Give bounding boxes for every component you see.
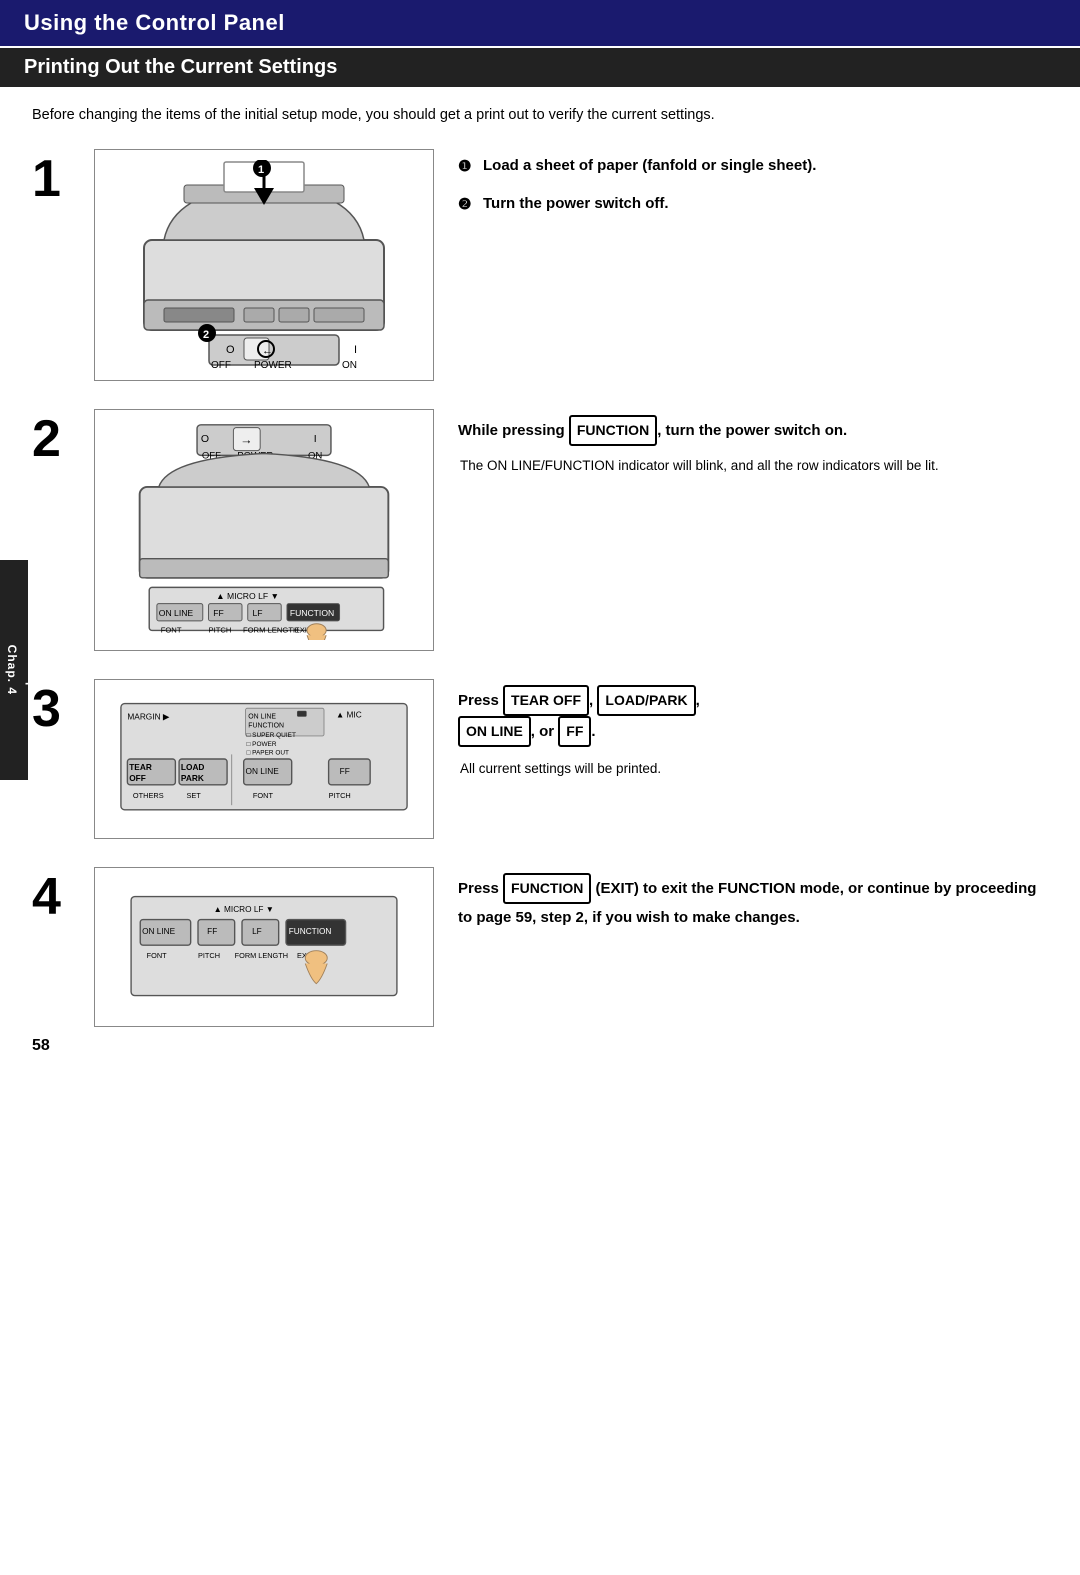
svg-text:LF: LF: [252, 927, 262, 936]
svg-text:OFF: OFF: [211, 360, 231, 370]
svg-text:→: →: [240, 433, 252, 447]
svg-text:POWER: POWER: [254, 360, 292, 370]
load-park-kbd: LOAD/PARK: [597, 685, 695, 716]
step-1-instr-2: ❷ Turn the power switch off.: [458, 193, 1048, 217]
step-2-instructions: While pressing FUNCTION, turn the power …: [458, 409, 1048, 476]
svg-text:PITCH: PITCH: [329, 791, 351, 800]
step-1-bullet-1: ❶: [458, 155, 476, 179]
intro-text: Before changing the items of the initial…: [32, 105, 1048, 127]
ff-kbd: FF: [558, 716, 591, 747]
step-3-row: 3 MARGIN ▶ ON LINE FUNCTION □ SUPER QUIE…: [32, 679, 1048, 839]
page-number: 58: [32, 1037, 50, 1055]
step-4-instructions: Press FUNCTION (EXIT) to exit the FUNCTI…: [458, 867, 1048, 941]
svg-text:FUNCTION: FUNCTION: [289, 927, 332, 936]
step-1-bullet-2: ❷: [458, 193, 476, 217]
svg-text:TEAR: TEAR: [129, 762, 152, 772]
step-3-number: 3: [32, 683, 84, 735]
svg-text:□ PAPER OUT: □ PAPER OUT: [246, 749, 289, 756]
step-3-text-1: Press TEAR OFF, LOAD/PARK, ON LINE, or F…: [458, 685, 700, 747]
svg-text:FUNCTION: FUNCTION: [248, 722, 284, 729]
svg-text:←: ←: [262, 345, 273, 357]
svg-text:▲ MICRO LF ▼: ▲ MICRO LF ▼: [214, 905, 274, 914]
svg-text:ON LINE: ON LINE: [142, 927, 176, 936]
section-title: Printing Out the Current Settings: [24, 56, 337, 78]
on-line-kbd: ON LINE: [458, 716, 531, 747]
svg-text:ON LINE: ON LINE: [246, 766, 280, 776]
step-3-instr-1: Press TEAR OFF, LOAD/PARK, ON LINE, or F…: [458, 685, 1048, 747]
svg-text:O: O: [226, 344, 235, 356]
svg-text:FONT: FONT: [147, 951, 167, 960]
svg-text:ON: ON: [342, 360, 357, 370]
step-1-diagram: O I OFF ON POWER ← 2 1: [94, 149, 434, 381]
section-header: Printing Out the Current Settings: [0, 48, 1080, 87]
svg-text:1: 1: [258, 164, 264, 176]
svg-text:I: I: [354, 344, 357, 356]
function-button-kbd: FUNCTION: [569, 415, 657, 446]
svg-text:□ POWER: □ POWER: [246, 741, 276, 748]
step-3-diagram: MARGIN ▶ ON LINE FUNCTION □ SUPER QUIET …: [94, 679, 434, 839]
panel-svg-3: MARGIN ▶ ON LINE FUNCTION □ SUPER QUIET …: [109, 699, 419, 819]
svg-text:SET: SET: [186, 791, 201, 800]
svg-text:I: I: [314, 433, 317, 445]
svg-text:OTHERS: OTHERS: [133, 791, 164, 800]
svg-text:PARK: PARK: [181, 773, 204, 783]
step-1-row: 1: [32, 149, 1048, 381]
svg-text:FF: FF: [207, 927, 217, 936]
svg-text:OFF: OFF: [129, 773, 146, 783]
step-1-text-2: Turn the power switch off.: [483, 193, 669, 216]
svg-text:□ SUPER QUIET: □ SUPER QUIET: [246, 732, 295, 739]
svg-text:▲ MIC: ▲ MIC: [336, 709, 362, 719]
page-title: Using the Control Panel: [24, 10, 285, 35]
printer-svg-2: → O I OFF ON POWER ▲ MICRO LF ▼ ON LINE: [114, 420, 414, 640]
svg-text:FORM LENGTH: FORM LENGTH: [243, 625, 299, 634]
printer-svg-1: O I OFF ON POWER ← 2 1: [114, 160, 414, 370]
step-1-text-1: Load a sheet of paper (fanfold or single…: [483, 155, 816, 178]
svg-text:ON LINE: ON LINE: [159, 608, 194, 618]
svg-text:FONT: FONT: [253, 791, 274, 800]
main-content: Before changing the items of the initial…: [0, 87, 1080, 1073]
step-4-row: 4 ▲ MICRO LF ▼ ON LINE FF LF FUNCTION FO…: [32, 867, 1048, 1027]
page-header: Using the Control Panel: [0, 0, 1080, 46]
step-2-number: 2: [32, 413, 84, 465]
svg-text:FF: FF: [213, 608, 223, 618]
svg-text:FF: FF: [340, 766, 350, 776]
panel-svg-4: ▲ MICRO LF ▼ ON LINE FF LF FUNCTION FONT…: [114, 892, 414, 1002]
step-2-diagram: → O I OFF ON POWER ▲ MICRO LF ▼ ON LINE: [94, 409, 434, 651]
function-exit-kbd: FUNCTION: [503, 873, 591, 904]
step-2-row: 2 → O I OFF ON POWER: [32, 409, 1048, 651]
svg-text:2: 2: [203, 329, 209, 341]
step-1-instr-1: ❶ Load a sheet of paper (fanfold or sing…: [458, 155, 1048, 179]
svg-text:FONT: FONT: [161, 625, 182, 634]
svg-text:O: O: [201, 433, 209, 445]
svg-text:MARGIN ▶: MARGIN ▶: [127, 711, 169, 721]
svg-text:ON LINE: ON LINE: [248, 713, 276, 720]
step-3-instructions: Press TEAR OFF, LOAD/PARK, ON LINE, or F…: [458, 679, 1048, 780]
step-1-number: 1: [32, 153, 84, 205]
step-2-instr-1: While pressing FUNCTION, turn the power …: [458, 415, 1048, 446]
step-4-text-1: Press FUNCTION (EXIT) to exit the FUNCTI…: [458, 873, 1048, 931]
step-1-instructions: ❶ Load a sheet of paper (fanfold or sing…: [458, 149, 1048, 227]
svg-text:LOAD: LOAD: [181, 762, 205, 772]
svg-text:FORM LENGTH: FORM LENGTH: [235, 951, 288, 960]
svg-text:PITCH: PITCH: [198, 951, 220, 960]
step-2-text-1: While pressing FUNCTION, turn the power …: [458, 415, 847, 446]
step-4-diagram: ▲ MICRO LF ▼ ON LINE FF LF FUNCTION FONT…: [94, 867, 434, 1027]
svg-text:▲ MICRO LF ▼: ▲ MICRO LF ▼: [216, 591, 279, 601]
svg-text:FUNCTION: FUNCTION: [290, 608, 334, 618]
step-4-number: 4: [32, 871, 84, 923]
step-3-sub-note: All current settings will be printed.: [458, 759, 1048, 779]
step-4-instr-1: Press FUNCTION (EXIT) to exit the FUNCTI…: [458, 873, 1048, 931]
tear-off-kbd: TEAR OFF: [503, 685, 589, 716]
svg-text:PITCH: PITCH: [209, 625, 232, 634]
svg-text:LF: LF: [253, 608, 263, 618]
step-2-sub-note: The ON LINE/FUNCTION indicator will blin…: [458, 456, 1048, 476]
